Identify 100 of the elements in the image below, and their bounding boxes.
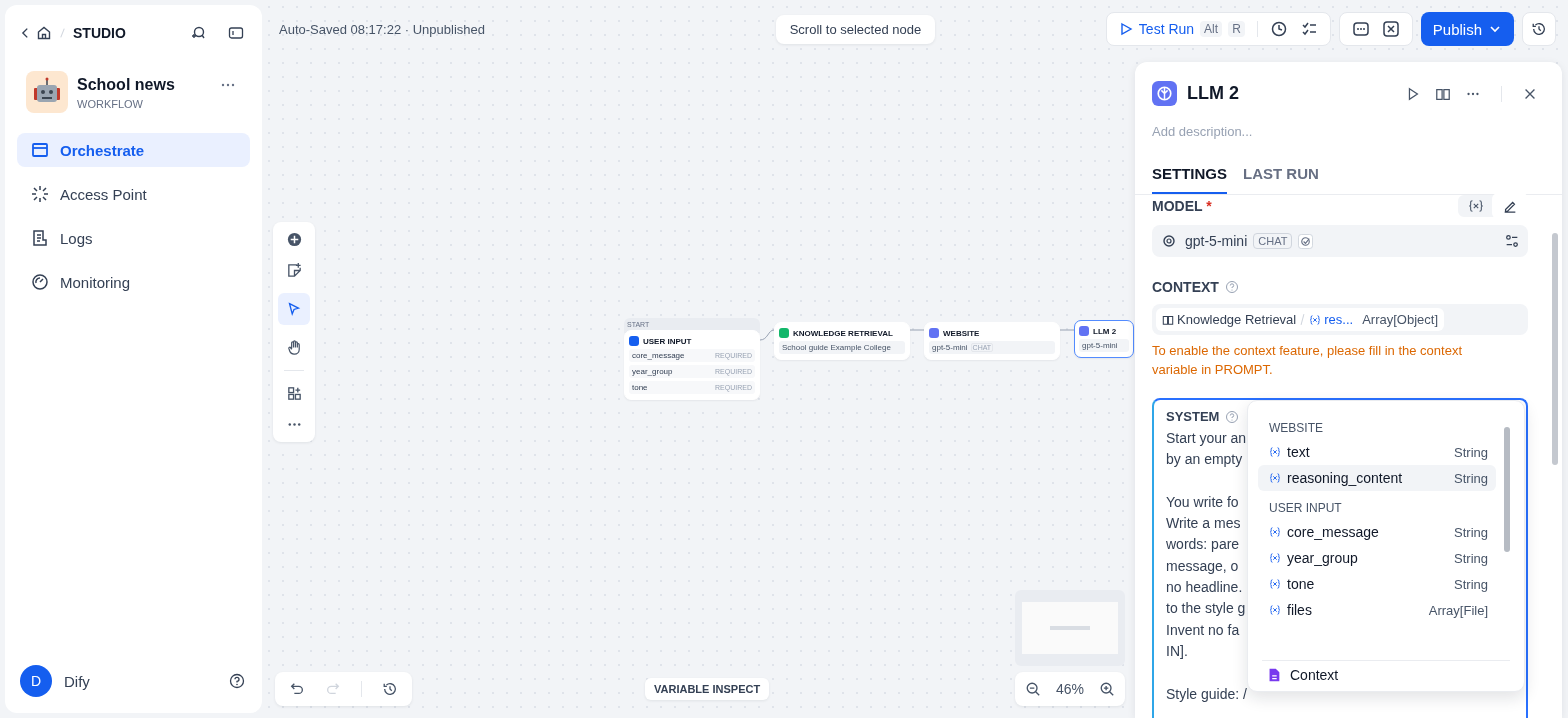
variable-option[interactable]: text String	[1258, 439, 1496, 465]
variable-option[interactable]: core_message String	[1258, 519, 1496, 545]
prompt-text-line: by an empty	[1166, 451, 1243, 468]
vision-icon	[1298, 233, 1314, 249]
prompt-text-line: message, o	[1166, 557, 1239, 574]
variable-icon	[1269, 604, 1281, 616]
hand-icon[interactable]	[285, 339, 303, 356]
context-field[interactable]: Knowledge Retrieval res... Array[Object]	[1152, 304, 1528, 335]
scroll-to-node-button[interactable]: Scroll to selected node	[775, 14, 936, 44]
variable-icon	[1269, 472, 1281, 484]
robot-avatar-icon	[26, 71, 68, 113]
model-selector[interactable]: gpt-5-mini CHAT	[1152, 225, 1528, 257]
variable-option[interactable]: tone String	[1258, 571, 1496, 597]
close-square-icon[interactable]	[1381, 20, 1400, 38]
zoom-level[interactable]: 46%	[1056, 681, 1084, 697]
add-note-icon[interactable]	[285, 262, 303, 279]
context-variable: res...	[1324, 312, 1354, 327]
nav-item[interactable]: Monitoring	[17, 265, 250, 299]
context-source: Knowledge Retrieval	[1177, 312, 1297, 327]
model-name: gpt-5-mini	[932, 343, 968, 352]
user-name: Dify	[64, 672, 90, 690]
variable-option[interactable]: reasoning_content String	[1258, 465, 1496, 491]
prompt-text-line: to the style g	[1166, 600, 1246, 617]
environment-icon[interactable]	[1351, 20, 1370, 38]
workflow-node[interactable]: KNOWLEDGE RETRIEVAL School guide Example College	[774, 322, 910, 360]
search-icon[interactable]	[190, 25, 206, 41]
nav-item[interactable]: Access Point	[17, 177, 250, 211]
node-variable: core_message	[632, 351, 685, 360]
sidebar-toggle-icon[interactable]	[228, 25, 244, 41]
window-icon	[31, 141, 49, 159]
variable-option[interactable]: year_group String	[1258, 545, 1496, 571]
prompt-text-line: no headline.	[1166, 579, 1243, 596]
context-warning: To enable the context feature, please fill in the context variable in PROMPT.	[1152, 342, 1464, 379]
app-name: School news	[77, 76, 175, 94]
mode-badge: CHAT	[1253, 233, 1293, 249]
model-name: gpt-5-mini	[1082, 341, 1118, 350]
node-title: WEBSITE	[943, 328, 980, 338]
parameters-icon[interactable]	[1504, 233, 1520, 249]
undo-icon[interactable]	[289, 681, 305, 697]
variable-inspect-button[interactable]: VARIABLE INSPECT	[645, 678, 770, 700]
back-icon[interactable]	[21, 26, 30, 40]
breadcrumb-label[interactable]: STUDIO	[73, 25, 126, 41]
prompt-text-line: Write a mes	[1166, 515, 1241, 532]
editor-mode-toggle[interactable]	[1458, 195, 1528, 217]
history-button[interactable]	[1522, 12, 1556, 46]
history-icon[interactable]	[382, 681, 398, 697]
node-title: KNOWLEDGE RETRIEVAL	[793, 328, 893, 338]
variable-option[interactable]: files Array[File]	[1258, 597, 1496, 623]
system-label: SYSTEM	[1166, 409, 1220, 424]
slash-divider-icon	[58, 26, 67, 40]
zoom-out-icon[interactable]	[1025, 681, 1041, 697]
workflow-node[interactable]: LLM 2 gpt-5-mini	[1074, 320, 1134, 358]
checklist-icon[interactable]	[1299, 20, 1318, 38]
app-type: WORKFLOW	[77, 98, 144, 110]
nav-item[interactable]: Logs	[17, 221, 250, 255]
context-type: Array[Object]	[1362, 312, 1438, 327]
document-icon	[31, 229, 49, 247]
variable-icon[interactable]	[1468, 198, 1484, 214]
prompt-text-line: IN].	[1166, 642, 1188, 659]
publish-button[interactable]: Publish	[1420, 12, 1514, 46]
help-icon[interactable]	[229, 673, 245, 689]
model-logo-icon	[1162, 234, 1176, 248]
save-status: Auto-Saved 08:17:22 · Unpublished	[279, 21, 485, 37]
prompt-text-line: Invent no fa	[1166, 621, 1240, 638]
node-icon	[779, 328, 789, 338]
node-icon	[929, 328, 939, 338]
panel-tab[interactable]: LAST RUN	[1243, 165, 1319, 194]
node-variable: year_group	[632, 367, 673, 376]
burst-icon	[31, 185, 49, 203]
pointer-icon	[286, 301, 302, 317]
user-avatar[interactable]: D	[20, 665, 52, 697]
llm-node-icon	[1152, 81, 1177, 106]
pointer-tool[interactable]	[278, 293, 310, 325]
panel-title: LLM 2	[1187, 83, 1239, 104]
variable-icon	[1309, 313, 1322, 326]
history-icon	[1531, 21, 1547, 37]
prompt-text-line: Start your an	[1166, 430, 1247, 446]
node-icon	[629, 336, 639, 346]
panel-tab[interactable]: SETTINGS	[1152, 165, 1227, 194]
nav-item[interactable]: Orchestrate	[17, 133, 250, 167]
variable-icon	[1269, 446, 1281, 458]
scrollbar[interactable]	[1552, 233, 1558, 465]
node-icon	[1079, 326, 1089, 336]
node-title: LLM 2	[1093, 326, 1117, 336]
node-title: USER INPUT	[643, 336, 692, 346]
zoom-in-icon[interactable]	[1099, 681, 1115, 697]
menu-scrollbar[interactable]	[1504, 427, 1510, 552]
context-option[interactable]: Context	[1262, 667, 1343, 683]
variable-icon	[1269, 578, 1281, 590]
play-icon	[1118, 22, 1133, 36]
organize-icon[interactable]	[285, 385, 303, 402]
node-variable: tone	[632, 383, 648, 392]
home-icon[interactable]	[36, 25, 52, 41]
dataset-name: School guide Example College	[782, 343, 891, 352]
add-node-icon[interactable]	[285, 231, 303, 248]
prompt-text-line: words: pare	[1166, 536, 1240, 553]
variable-icon	[1269, 552, 1281, 564]
menu-group-title: WEBSITE	[1268, 421, 1324, 435]
variable-icon	[1269, 526, 1281, 538]
history-run-icon[interactable]	[1269, 20, 1288, 38]
